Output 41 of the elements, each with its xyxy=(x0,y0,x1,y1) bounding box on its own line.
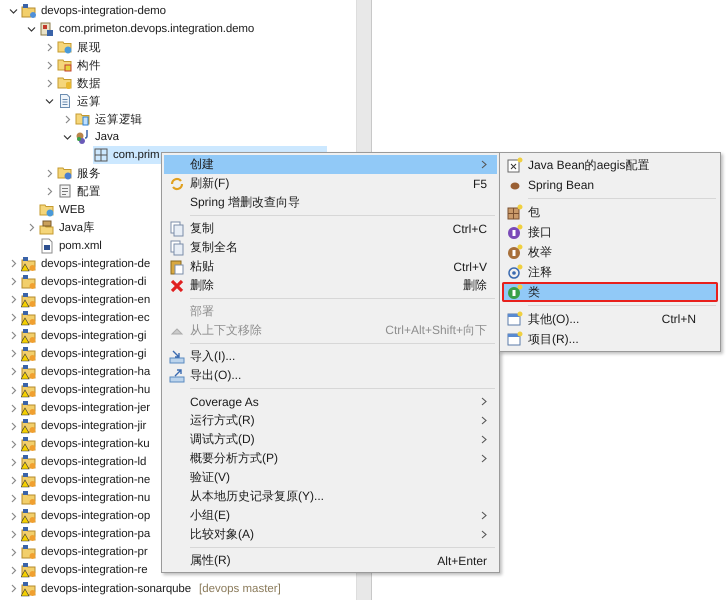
shortcut-label: 删除 xyxy=(463,277,487,294)
tree-item-label: devops-integration-ec xyxy=(41,312,150,324)
tree-item-label: pom.xml xyxy=(59,240,102,252)
tree-item-label: 服务 xyxy=(77,166,101,181)
tree-item-label: devops-integration-ne xyxy=(41,474,150,486)
tree-item-label: 展现 xyxy=(77,40,101,55)
shortcut-label: F5 xyxy=(472,176,487,190)
tree-item-label: Java xyxy=(95,131,119,144)
tree-item-label: devops-integration-pa xyxy=(41,528,150,540)
shortcut-label: Ctrl+V xyxy=(453,260,487,274)
tree-item-label: devops-integration-op xyxy=(41,510,150,522)
tree-item-label: devops-integration-ku xyxy=(41,438,150,450)
tree-item-label: devops-integration-jir xyxy=(41,420,146,432)
tree-item-label: devops-integration-jer xyxy=(41,402,150,414)
tree-item-label: devops-integration-nu xyxy=(41,492,150,504)
tree-item-label: com.primeton.devops.integration.demo xyxy=(59,23,254,36)
tree-item-label: devops-integration-de xyxy=(41,258,150,270)
tree-item-label: com.prim xyxy=(113,149,160,162)
tree-item-label: devops-integration-demo xyxy=(41,5,166,18)
tree-item-label: Java库 xyxy=(59,220,95,236)
tree-item-label: 运算 xyxy=(77,94,101,109)
tree-item-label: devops-integration-hu xyxy=(41,384,150,396)
shortcut-label: Alt+Enter xyxy=(437,554,487,568)
tree-item-label: devops-integration-re xyxy=(41,564,148,576)
tree-item-label: devops-integration-en xyxy=(41,294,150,306)
tree-item-label: devops-integration-gi xyxy=(41,348,146,360)
shortcut-label: Ctrl+Alt+Shift+向下 xyxy=(385,322,487,339)
tree-item-label: 配置 xyxy=(77,184,101,199)
tree-item-label: 数据 xyxy=(77,76,101,91)
tree-item-label: devops-integration-di xyxy=(41,276,146,288)
tree-item-label: 运算逻辑 xyxy=(95,112,143,127)
shortcut-label: Ctrl+C xyxy=(452,222,487,236)
tree-item-label: devops-integration-ha xyxy=(41,366,150,378)
shortcut-label: Ctrl+N xyxy=(662,312,696,326)
tree-item-label: devops-integration-gi xyxy=(41,330,146,342)
tree-item-label: devops-integration-sonarqube xyxy=(41,582,191,595)
tree-item-label: devops-integration-ld xyxy=(41,456,146,468)
git-branch-label: [devops master] xyxy=(199,582,281,595)
tree-item-label: devops-integration-pr xyxy=(41,546,148,558)
tree-item-label: WEB xyxy=(59,204,85,216)
tree-item-label: 构件 xyxy=(77,58,101,73)
